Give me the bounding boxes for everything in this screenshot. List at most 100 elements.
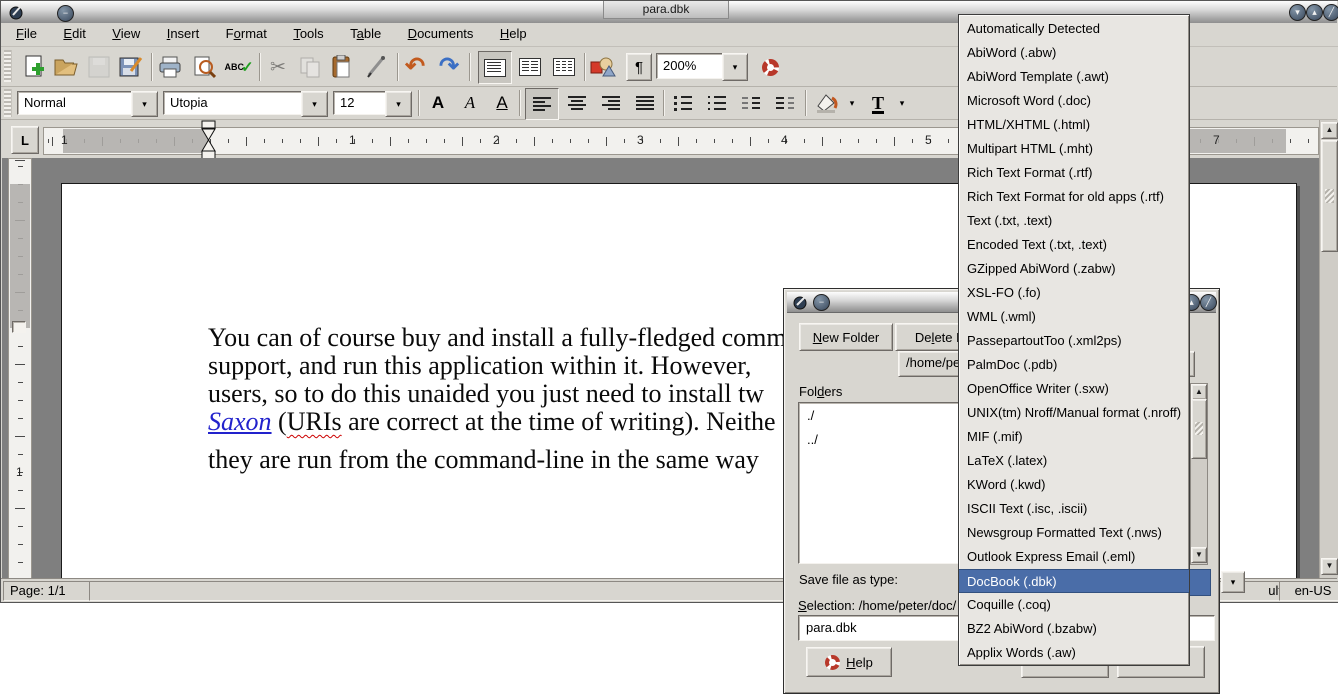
top-margin-marker[interactable] <box>12 321 26 333</box>
view-two-columns-button[interactable] <box>514 51 546 82</box>
files-scroll-up-button[interactable]: ▲ <box>1191 384 1207 400</box>
saxon-hyperlink[interactable]: Saxon <box>208 407 272 436</box>
open-file-button[interactable] <box>53 54 79 80</box>
align-justify-button[interactable] <box>629 88 661 118</box>
undo-button[interactable]: ↶ <box>401 52 429 80</box>
files-scrollbar-thumb[interactable] <box>1191 399 1207 459</box>
align-right-button[interactable] <box>595 88 627 118</box>
document-text-line[interactable]: they are run from the command-line in th… <box>208 445 759 475</box>
print-preview-button[interactable] <box>191 54 217 80</box>
zoom-dropdown-arrow[interactable]: ▾ <box>722 53 748 81</box>
file-type-option[interactable]: Newsgroup Formatted Text (.nws) <box>959 521 1189 545</box>
menu-help[interactable]: Help <box>489 23 538 44</box>
toolbar-grip[interactable] <box>4 50 12 82</box>
file-type-option[interactable]: PalmDoc (.pdb) <box>959 353 1189 377</box>
file-type-option[interactable]: AbiWord Template (.awt) <box>959 65 1189 89</box>
dialog-help-button[interactable]: Help <box>806 647 892 677</box>
save-as-button[interactable] <box>118 54 144 80</box>
stylus-button[interactable] <box>363 54 389 80</box>
vertical-scrollbar[interactable]: ▲ ▼ <box>1319 120 1338 578</box>
style-dropdown-arrow[interactable]: ▾ <box>131 91 158 117</box>
file-type-option[interactable]: Encoded Text (.txt, .text) <box>959 233 1189 257</box>
toolbar-grip[interactable] <box>4 89 12 117</box>
file-type-option[interactable]: WML (.wml) <box>959 305 1189 329</box>
file-type-option[interactable]: KWord (.kwd) <box>959 473 1189 497</box>
bold-button[interactable]: A <box>425 90 451 116</box>
zoom-input[interactable]: 200% <box>656 53 728 79</box>
document-text-line[interactable]: users, so to do this unaided you just ne… <box>208 379 764 409</box>
folder-item[interactable]: ../ <box>799 426 971 453</box>
scroll-down-button[interactable]: ▼ <box>1321 558 1338 575</box>
file-type-option[interactable]: Coquille (.coq) <box>959 593 1189 617</box>
numbered-list-button[interactable] <box>669 90 697 116</box>
file-type-option[interactable]: Microsoft Word (.doc) <box>959 89 1189 113</box>
spellcheck-button[interactable]: ABC ✓ <box>225 54 253 80</box>
scrollbar-thumb[interactable] <box>1321 140 1338 252</box>
view-one-column-button[interactable] <box>478 51 512 84</box>
language-indicator[interactable]: en-US <box>1279 581 1338 601</box>
paste-button[interactable] <box>329 54 355 80</box>
font-color-button[interactable]: T <box>865 90 891 116</box>
file-type-option[interactable]: GZipped AbiWord (.zabw) <box>959 257 1189 281</box>
file-type-option[interactable]: HTML/XHTML (.html) <box>959 113 1189 137</box>
file-type-option[interactable]: Applix Words (.aw) <box>959 641 1189 665</box>
new-folder-button[interactable]: New Folder <box>799 323 893 351</box>
file-type-option[interactable]: OpenOffice Writer (.sxw) <box>959 377 1189 401</box>
view-three-columns-button[interactable] <box>548 51 580 82</box>
tab-selector-button[interactable]: L <box>11 126 39 154</box>
font-color-dropdown-arrow[interactable]: ▾ <box>894 90 910 116</box>
menu-format[interactable]: Format <box>215 23 278 44</box>
file-type-option[interactable]: AbiWord (.abw) <box>959 41 1189 65</box>
align-center-button[interactable] <box>561 88 593 118</box>
file-type-option[interactable]: LaTeX (.latex) <box>959 449 1189 473</box>
maximize-button[interactable]: ▴ <box>1306 4 1323 21</box>
print-button[interactable] <box>157 54 183 80</box>
window-menu-button[interactable]: − <box>57 5 74 22</box>
files-list-scrollbar[interactable]: ▲ ▼ <box>1190 383 1208 565</box>
file-type-option[interactable]: Rich Text Format (.rtf) <box>959 161 1189 185</box>
file-type-option[interactable]: ISCII Text (.isc, .iscii) <box>959 497 1189 521</box>
font-size-select[interactable]: 12 <box>333 91 391 115</box>
folders-list[interactable]: ./ ../ <box>798 402 972 564</box>
style-select[interactable]: Normal <box>17 91 137 115</box>
insert-graphic-button[interactable] <box>589 54 617 80</box>
document-text-line[interactable]: support, and run this application within… <box>208 351 751 381</box>
font-dropdown-arrow[interactable]: ▾ <box>301 91 328 117</box>
new-document-button[interactable] <box>21 54 47 80</box>
menu-tools[interactable]: Tools <box>282 23 334 44</box>
file-type-option[interactable]: PassepartoutToo (.xml2ps) <box>959 329 1189 353</box>
misspelled-word[interactable]: URIs <box>287 407 342 436</box>
vertical-ruler[interactable]: 1 <box>8 158 32 578</box>
scroll-up-button[interactable]: ▲ <box>1321 122 1338 139</box>
file-type-option[interactable]: Automatically Detected <box>959 17 1189 41</box>
redo-button[interactable]: ↷ <box>435 52 463 80</box>
file-type-option[interactable]: Text (.txt, .text) <box>959 209 1189 233</box>
file-type-option[interactable]: XSL-FO (.fo) <box>959 281 1189 305</box>
indent-markers[interactable] <box>200 120 218 160</box>
document-text-line[interactable]: You can of course buy and install a full… <box>208 323 787 353</box>
show-formatting-marks-button[interactable]: ¶ <box>626 53 652 81</box>
menu-view[interactable]: View <box>101 23 151 44</box>
dialog-window-menu-button[interactable]: − <box>813 294 830 311</box>
file-type-option[interactable]: Outlook Express Email (.eml) <box>959 545 1189 569</box>
highlight-color-button[interactable] <box>813 90 841 116</box>
file-type-option[interactable]: Rich Text Format for old apps (.rtf) <box>959 185 1189 209</box>
font-select[interactable]: Utopia <box>163 91 307 115</box>
files-scroll-down-button[interactable]: ▼ <box>1191 547 1207 563</box>
folder-item[interactable]: ./ <box>799 403 971 426</box>
decrease-indent-button[interactable] <box>737 90 765 116</box>
file-type-option-selected[interactable]: DocBook (.dbk) <box>959 569 1189 593</box>
file-type-option[interactable]: MIF (.mif) <box>959 425 1189 449</box>
menu-table[interactable]: Table <box>339 23 392 44</box>
filetype-combo-arrow[interactable]: ▾ <box>1221 571 1245 593</box>
menu-insert[interactable]: Insert <box>156 23 211 44</box>
menu-documents[interactable]: Documents <box>397 23 485 44</box>
document-text-line[interactable]: Saxon (URIs are correct at the time of w… <box>208 407 776 437</box>
help-button[interactable] <box>757 54 783 80</box>
underline-button[interactable]: A <box>489 90 515 116</box>
increase-indent-button[interactable] <box>771 90 799 116</box>
dialog-close-button[interactable]: ╱ <box>1200 294 1217 311</box>
highlight-color-dropdown-arrow[interactable]: ▾ <box>844 90 860 116</box>
close-button[interactable]: ╱ <box>1323 4 1338 21</box>
minimize-button[interactable]: ▾ <box>1289 4 1306 21</box>
